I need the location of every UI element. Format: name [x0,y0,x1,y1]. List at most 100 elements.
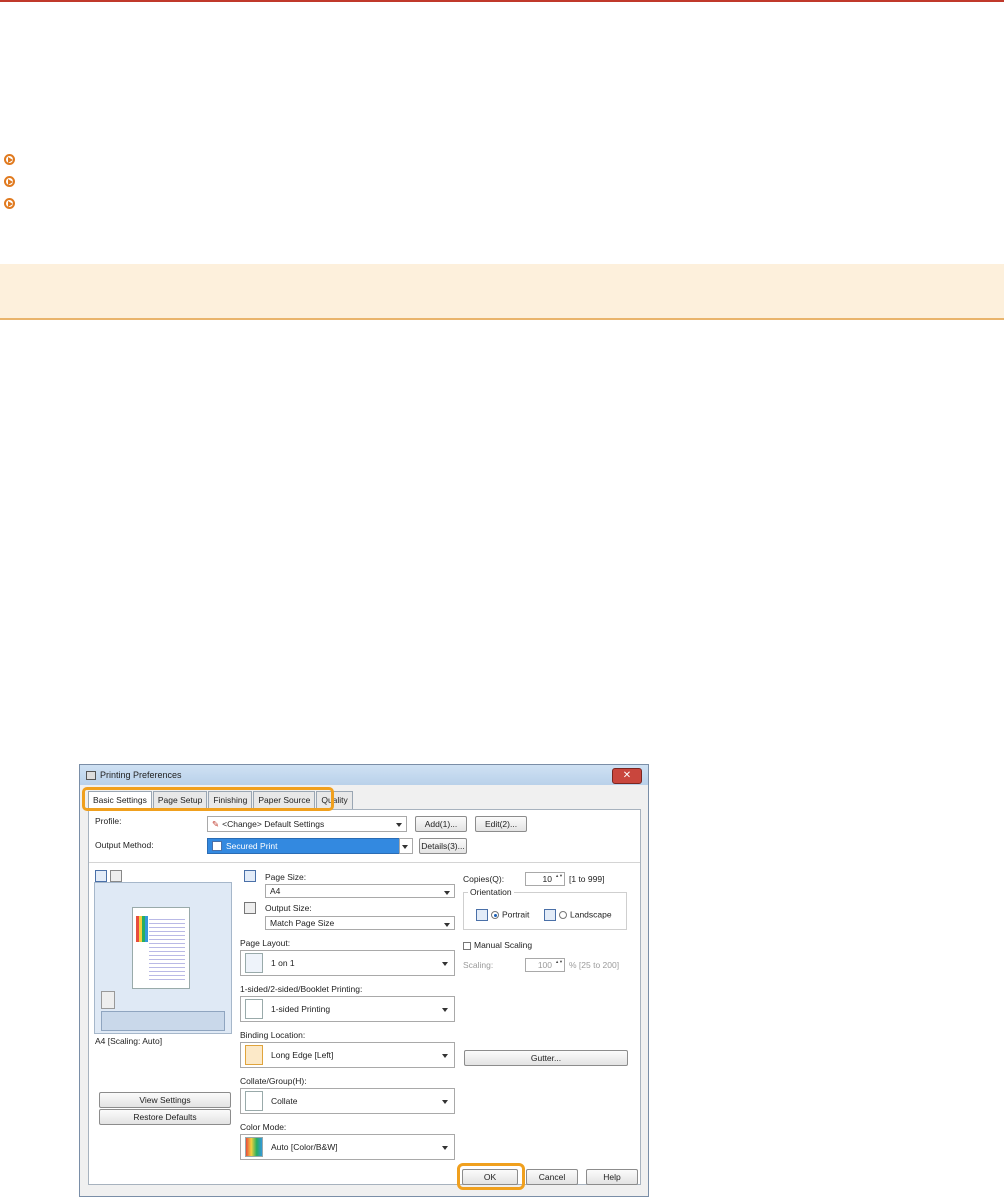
portrait-icon [476,909,488,921]
close-button[interactable]: ✕ [612,768,642,784]
binding-icon [245,1045,263,1065]
basic-settings-panel: Profile: ✎ <Change> Default Settings Add… [88,809,641,1185]
color-mode-label: Color Mode: [240,1122,287,1132]
sided-label: 1-sided/2-sided/Booklet Printing: [240,984,363,994]
sided-select[interactable]: 1-sided Printing [240,996,455,1022]
profile-label: Profile: [95,816,122,826]
printer-preview-icon [109,870,122,882]
ok-button[interactable]: OK [462,1169,518,1185]
scaling-range: % [25 to 200] [569,960,620,970]
output-method-label: Output Method: [95,840,154,850]
page-size-value: A4 [270,886,281,896]
manual-scaling-option[interactable]: Manual Scaling [463,940,532,950]
page-size-select[interactable]: A4 [265,884,455,898]
link-item[interactable] [4,148,15,170]
help-button[interactable]: Help [586,1169,638,1185]
printer-icon [86,770,96,780]
page-size-label: Page Size: [265,872,307,882]
portrait-radio[interactable] [491,911,499,919]
output-size-select[interactable]: Match Page Size [265,916,455,930]
arrow-circle-icon [4,153,15,165]
printing-preferences-dialog: Printing Preferences ✕ Basic Settings Pa… [79,764,649,1197]
print-preview [94,882,232,1034]
collate-icon [245,1091,263,1111]
one-sided-icon [245,999,263,1019]
output-size-icon [244,902,256,914]
binding-label: Binding Location: [240,1030,306,1040]
add-profile-button[interactable]: Add(1)... [415,816,467,832]
tab-page-setup[interactable]: Page Setup [152,791,208,809]
chevron-down-icon [442,962,448,966]
restore-defaults-button[interactable]: Restore Defaults [99,1109,231,1125]
tab-quality[interactable]: Quality [316,791,353,809]
chevron-down-icon [444,923,450,927]
page-layout-label: Page Layout: [240,938,291,948]
copies-stepper[interactable]: 10 [525,872,565,886]
pencil-icon: ✎ [212,818,220,829]
text-lines [149,916,185,982]
manual-scaling-text: Manual Scaling [474,940,533,950]
secured-print-icon [212,841,222,851]
link-list [4,148,15,214]
landscape-radio[interactable] [559,911,567,919]
collate-value: Collate [271,1096,298,1106]
landscape-option[interactable]: Landscape [544,909,612,921]
preview-caption: A4 [Scaling: Auto] [95,1036,163,1046]
portrait-option[interactable]: Portrait [476,909,529,921]
page-preview-icon [95,870,107,882]
title-bar: Printing Preferences [80,765,648,785]
output-method-select[interactable]: Secured Print [207,838,407,854]
output-size-value: Match Page Size [270,918,335,928]
link-item[interactable] [4,192,15,214]
profile-value: <Change> Default Settings [222,819,325,829]
edit-profile-button[interactable]: Edit(2)... [475,816,527,832]
page-size-icon [244,870,256,882]
preview-page [132,907,190,989]
tab-strip: Basic Settings Page Setup Finishing Pape… [88,791,354,809]
section-banner [0,264,1004,320]
dialog-title: Printing Preferences [100,770,182,780]
output-size-label: Output Size: [265,903,312,913]
gutter-button[interactable]: Gutter... [464,1050,628,1066]
scaling-stepper[interactable]: 100 [525,958,565,972]
layout-toggle-icons[interactable] [101,1011,225,1031]
orientation-label: Orientation [468,887,514,897]
link-item[interactable] [4,170,15,192]
orientation-group: Orientation Portrait Landscape [463,887,627,930]
arrow-circle-icon [4,175,15,187]
landscape-icon [544,909,556,921]
page-layout-select[interactable]: 1 on 1 [240,950,455,976]
tab-finishing[interactable]: Finishing [208,791,253,809]
copies-label: Copies(Q): [463,874,505,884]
arrow-circle-icon [4,197,15,209]
manual-scaling-checkbox[interactable] [463,941,471,950]
cancel-button[interactable]: Cancel [526,1169,578,1185]
tab-basic-settings[interactable]: Basic Settings [88,791,152,809]
copies-stack-icon [101,991,115,1009]
copies-range: [1 to 999] [569,874,605,884]
color-mode-icon [245,1137,263,1157]
page-layout-value: 1 on 1 [271,958,295,968]
chevron-down-icon [442,1008,448,1012]
page-layout-icon [245,953,263,973]
landscape-text: Landscape [570,909,612,920]
chevron-down-icon [396,823,402,827]
collate-label: Collate/Group(H): [240,1076,307,1086]
chevron-down-icon [442,1100,448,1104]
binding-select[interactable]: Long Edge [Left] [240,1042,455,1068]
output-method-dropdown[interactable] [399,838,413,854]
chevron-down-icon [442,1054,448,1058]
view-settings-button[interactable]: View Settings [99,1092,231,1108]
profile-select[interactable]: ✎ <Change> Default Settings [207,816,407,832]
chevron-down-icon [444,891,450,895]
details-button[interactable]: Details(3)... [419,838,467,854]
color-mode-value: Auto [Color/B&W] [271,1142,338,1152]
tab-paper-source[interactable]: Paper Source [253,791,316,809]
color-mode-select[interactable]: Auto [Color/B&W] [240,1134,455,1160]
portrait-text: Portrait [502,909,530,920]
top-rule [0,0,1004,2]
color-swatch [136,916,148,942]
collate-select[interactable]: Collate [240,1088,455,1114]
chevron-down-icon [442,1146,448,1150]
sided-value: 1-sided Printing [271,1004,331,1014]
